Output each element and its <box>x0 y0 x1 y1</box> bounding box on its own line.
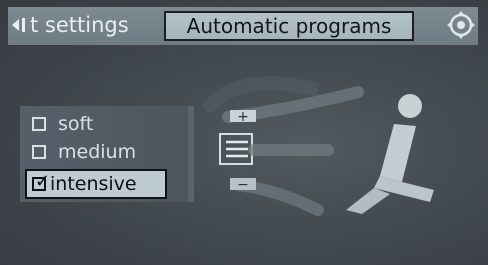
option-intensive-label: intensive <box>50 173 137 195</box>
option-intensive[interactable]: ✓ intensive <box>25 169 167 199</box>
controller-knob-icon <box>447 11 475 39</box>
option-soft[interactable]: soft <box>20 111 93 137</box>
option-medium[interactable]: medium <box>20 139 136 165</box>
plus-symbol: + <box>237 109 249 125</box>
minus-symbol: − <box>237 177 249 193</box>
seat-massage-illustration: + − <box>200 76 434 216</box>
tab-automatic-programs[interactable]: Automatic programs <box>164 11 414 41</box>
program-options-panel: soft medium ✓ intensive <box>20 106 194 202</box>
option-medium-label: medium <box>58 141 137 163</box>
tab-active-label: Automatic programs <box>186 14 392 38</box>
seated-person-icon <box>346 94 434 214</box>
checkbox-icon <box>32 145 46 159</box>
arrow-bar-icon <box>22 18 25 32</box>
checkbox-checked-icon: ✓ <box>32 171 50 192</box>
tab-prev-label: t settings <box>30 13 129 37</box>
checkbox-icon <box>32 117 46 131</box>
tab-prev-settings[interactable]: t settings <box>8 9 158 41</box>
controller-button[interactable] <box>443 9 479 41</box>
option-soft-label: soft <box>58 113 94 135</box>
left-arrow-icon <box>12 19 19 31</box>
